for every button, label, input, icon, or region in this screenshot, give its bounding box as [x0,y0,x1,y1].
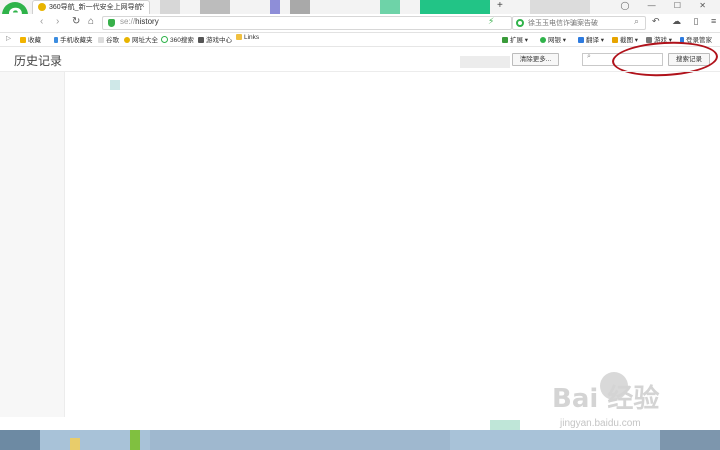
page-title: 历史记录 [14,54,63,68]
clear-more-button[interactable]: 清除更多... [512,53,559,66]
bookmarks-toggle-icon[interactable]: ▷ [6,34,11,42]
ebank-button[interactable]: 网银 ▾ [540,34,566,44]
toolbar-tools[interactable]: ↶ ☁ ▯ ≡ [652,16,720,27]
blurred-region [160,0,180,14]
search-engine-icon[interactable] [516,19,524,27]
screenshot-button[interactable]: 截图 ▾ [612,34,638,44]
blurred-region [420,0,490,14]
refresh-button[interactable]: ↻ [72,16,80,27]
lightning-icon[interactable]: ⚡ [488,16,494,27]
address-url[interactable]: se://history [120,17,159,26]
site-icon [124,37,130,43]
extension-icon [502,37,508,43]
extensions-button[interactable]: 扩展 ▾ [502,34,528,44]
folder-icon [236,34,242,40]
blurred-region [460,56,510,68]
tab-title: 360导航_新一代安全上网导航 [49,4,142,11]
page-icon [98,37,104,43]
watermark: Bai 经验 [552,384,660,414]
blurred-region [290,0,310,14]
blurred-region [0,430,40,450]
url-scheme: se:// [120,17,136,26]
phone-icon [54,37,58,43]
blurred-region [660,430,720,450]
new-tab-button[interactable]: + [497,0,503,11]
blurred-region [130,430,140,450]
shield-icon [108,19,115,27]
blurred-region [200,0,230,14]
search-icon[interactable]: ⌕ [634,16,639,27]
home-button[interactable]: ⌂ [88,16,94,27]
star-icon [20,37,26,43]
blurred-region [270,0,280,14]
translate-button[interactable]: 翻译 ▾ [578,34,604,44]
tab-favicon-icon [38,3,46,11]
blurred-region [490,420,520,430]
blurred-region [70,438,80,450]
search-icon: ⌕ [587,53,591,60]
url-path: history [135,17,159,26]
divider [0,71,720,72]
window-controls[interactable]: ◯ — ☐ ✕ [621,1,715,10]
bookmark-item[interactable]: 手机收藏夹 [54,34,93,44]
search360-icon [161,36,168,43]
forward-button[interactable]: › [56,16,59,27]
bookmark-item[interactable]: 360搜索 [161,34,194,44]
bookmark-item[interactable]: 谷歌 [98,34,119,44]
watermark-url: jingyan.baidu.com [560,418,641,429]
blurred-region [150,430,450,450]
translate-icon [578,37,584,43]
blurred-region [530,0,590,14]
back-button[interactable]: ‹ [40,16,43,27]
blurred-region [380,0,400,14]
blurred-region [110,80,120,90]
scissors-icon [612,37,618,43]
bookmark-item[interactable]: 收藏 [20,34,41,44]
bookmark-item[interactable]: 网址大全 [124,34,158,44]
search-placeholder: 徐玉玉电信诈骗案告破 [528,20,598,27]
gamepad-icon [198,37,204,43]
address-bar[interactable] [102,16,512,30]
bookmark-item[interactable]: Links [236,34,259,41]
tab-close-icon[interactable]: × [140,1,145,10]
ebank-icon [540,37,546,43]
history-sidebar [0,72,65,417]
bookmark-item[interactable]: 游戏中心 [198,34,232,44]
